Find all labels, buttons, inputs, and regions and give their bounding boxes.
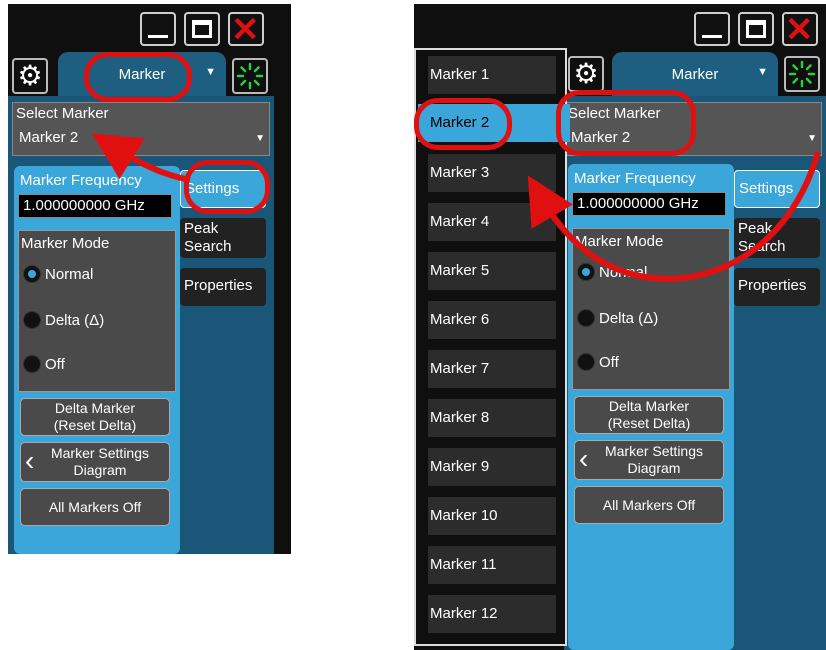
marker-mode-group: Marker Mode Normal Delta (Δ) Off [572,228,730,390]
dropdown-arrow-icon: ▼ [807,133,817,144]
marker-mode-label: Marker Mode [21,235,110,252]
all-markers-off-button[interactable]: All Markers Off [20,488,170,526]
marker-list-item-11[interactable]: Marker 11 [428,546,556,584]
marker-settings-diagram-button[interactable]: ‹ Marker Settings Diagram [574,440,724,480]
marker-list-item-6[interactable]: Marker 6 [428,301,556,339]
close-icon[interactable]: ✕ [228,11,264,49]
marker-mode-label: Marker Mode [575,233,664,250]
all-markers-off-button[interactable]: All Markers Off [574,486,724,524]
annotation-ring-settings [184,160,270,214]
annotation-ring-marker-2 [414,98,512,150]
marker-list-item-5[interactable]: Marker 5 [428,252,556,290]
annotation-ring-marker-tab [84,52,192,102]
radio-button-icon [577,263,595,281]
tab-marker-label: Marker [671,66,719,83]
select-marker-value: Marker 2 [19,129,79,146]
marker-list-item-7[interactable]: Marker 7 [428,350,556,388]
side-tab-peak-search[interactable]: Peak Search [734,218,820,258]
marker-mode-group: Marker Mode Normal Delta (Δ) Off [18,230,176,392]
marker-frequency-input[interactable]: 1.000000000 GHz [18,194,172,218]
dropdown-arrow-icon: ▼ [255,133,265,144]
radio-button-icon [23,311,41,329]
radio-delta-label: Delta (Δ) [599,309,659,327]
marker-list-item-8[interactable]: Marker 8 [428,399,556,437]
marker-list-item-9[interactable]: Marker 9 [428,448,556,486]
radio-normal-label: Normal [599,263,648,281]
radio-normal[interactable]: Normal [23,265,93,283]
side-tab-properties[interactable]: Properties [180,268,266,306]
marker-settings-diagram-label: Marker Settings Diagram [50,445,150,478]
marker-list-item-1[interactable]: Marker 1 [428,56,556,94]
select-marker-dropdown[interactable]: Select Marker Marker 2 ▼ [12,102,270,156]
side-tab-peak-search[interactable]: Peak Search [180,218,266,258]
marker-list-item-4[interactable]: Marker 4 [428,203,556,241]
minimize-icon[interactable] [140,12,176,46]
dropdown-arrow-icon: ▼ [205,66,216,78]
side-tab-settings[interactable]: Settings [734,170,820,208]
radio-off-label: Off [599,353,619,371]
gear-icon[interactable]: ⚙ [568,56,604,92]
marker-frequency-label: Marker Frequency [574,170,696,187]
maximize-icon[interactable] [184,12,220,46]
close-icon[interactable]: ✕ [782,11,818,49]
radio-delta-label: Delta (Δ) [45,311,105,329]
marker-list-item-10[interactable]: Marker 10 [428,497,556,535]
radio-button-icon [23,265,41,283]
radio-off[interactable]: Off [577,353,619,371]
marker-frequency-input[interactable]: 1.000000000 GHz [572,192,726,216]
marker-list-item-12[interactable]: Marker 12 [428,595,556,633]
maximize-icon[interactable] [738,12,774,46]
minimize-icon[interactable] [694,12,730,46]
select-marker-label: Select Marker [16,105,109,122]
radio-button-icon [577,353,595,371]
delta-marker-button[interactable]: Delta Marker (Reset Delta) [20,398,170,436]
radio-button-icon [23,355,41,373]
chevron-left-icon: ‹ [25,445,35,476]
marker-frequency-label: Marker Frequency [20,172,142,189]
marker-list-item-3[interactable]: Marker 3 [428,154,556,192]
side-tab-properties[interactable]: Properties [734,268,820,306]
annotation-ring-select-marker [556,90,696,156]
spinner-icon [232,58,268,94]
marker-settings-diagram-label: Marker Settings Diagram [604,443,704,476]
marker-settings-diagram-button[interactable]: ‹ Marker Settings Diagram [20,442,170,482]
radio-off[interactable]: Off [23,355,65,373]
radio-delta[interactable]: Delta (Δ) [577,309,658,327]
gear-icon[interactable]: ⚙ [12,58,48,94]
radio-delta[interactable]: Delta (Δ) [23,311,104,329]
radio-button-icon [577,309,595,327]
radio-normal[interactable]: Normal [577,263,647,281]
spinner-icon [784,56,820,92]
delta-marker-button[interactable]: Delta Marker (Reset Delta) [574,396,724,434]
radio-normal-label: Normal [45,265,94,283]
dropdown-arrow-icon: ▼ [757,66,768,78]
chevron-left-icon: ‹ [579,443,589,474]
radio-off-label: Off [45,355,65,373]
